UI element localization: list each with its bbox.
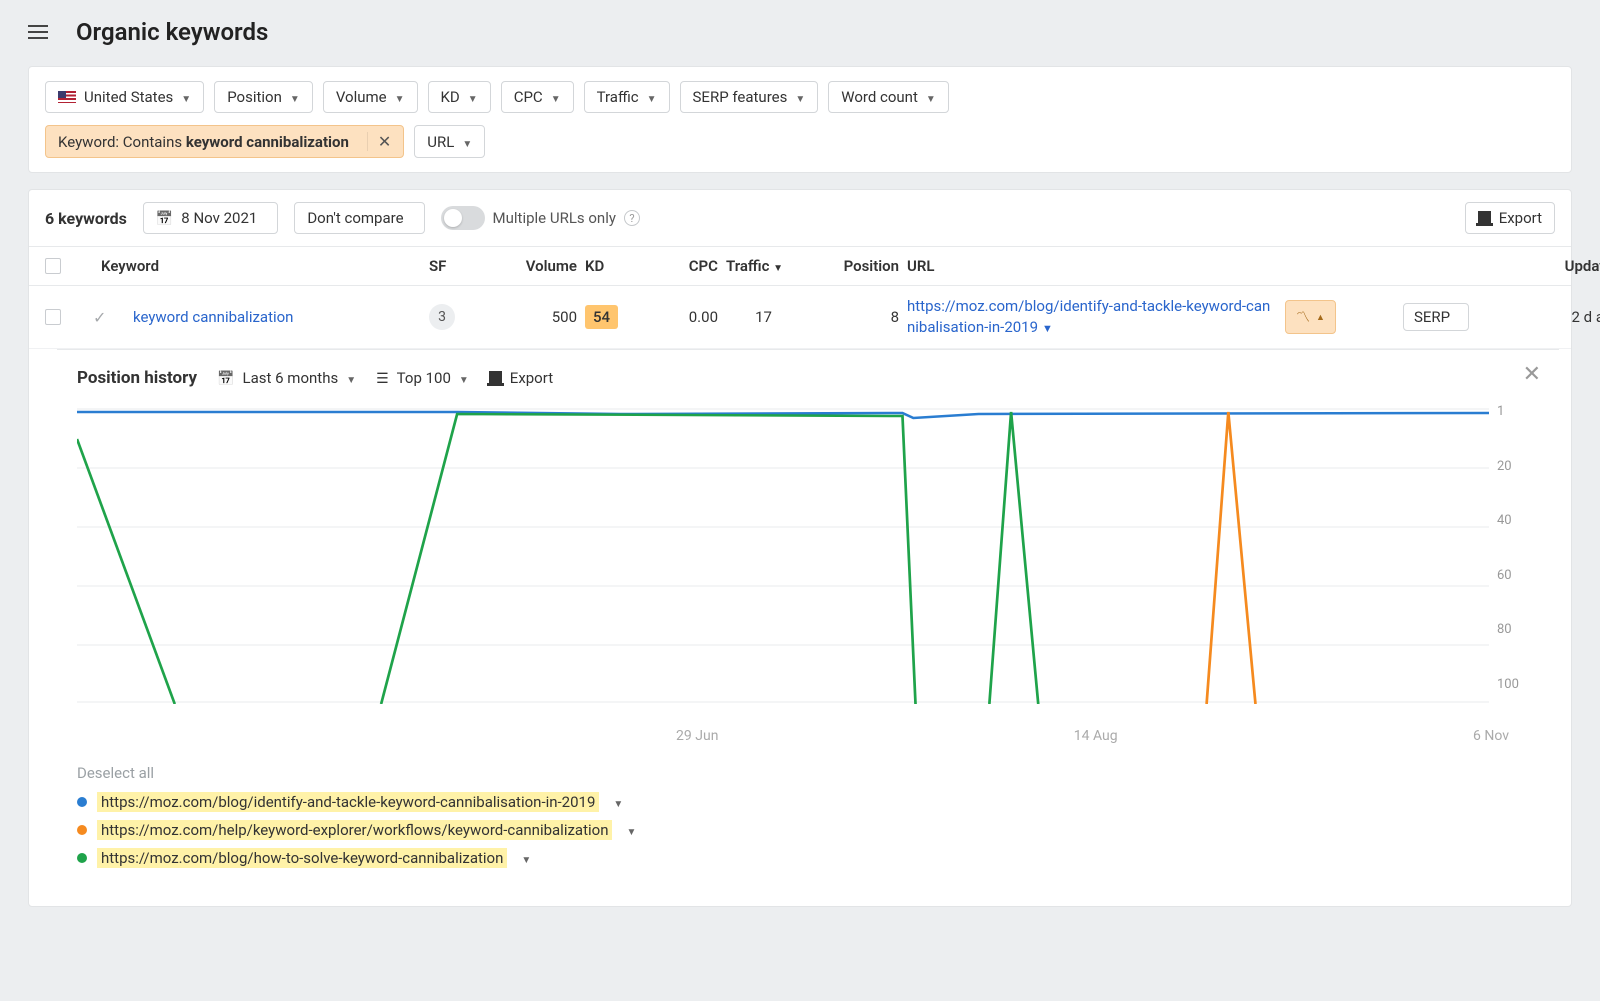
col-updated[interactable]: Updated bbox=[1501, 257, 1600, 275]
col-traffic[interactable]: Traffic ▼ bbox=[726, 257, 801, 275]
cell-traffic: 17 bbox=[726, 308, 801, 326]
legend-item[interactable]: https://moz.com/blog/identify-and-tackle… bbox=[77, 792, 1539, 812]
active-keyword-filter[interactable]: Keyword: Contains keyword cannibalizatio… bbox=[45, 125, 404, 158]
export-button[interactable]: Export bbox=[1465, 202, 1555, 234]
date-range-dropdown[interactable]: Last 6 months bbox=[217, 369, 356, 387]
flag-icon bbox=[58, 91, 76, 103]
col-cpc[interactable]: CPC bbox=[648, 257, 718, 275]
close-icon[interactable]: ✕ bbox=[1523, 362, 1541, 387]
line-chart-icon: 〽 bbox=[1296, 307, 1310, 327]
sf-badge[interactable]: 3 bbox=[429, 304, 455, 330]
chevron-down-icon bbox=[468, 88, 478, 106]
select-all-checkbox[interactable] bbox=[45, 258, 61, 274]
y-axis-ticks: 1 20 40 60 80 100 bbox=[1489, 404, 1539, 704]
results-toolbar: 6 keywords 8 Nov 2021 Don't compare Mult… bbox=[29, 190, 1571, 247]
close-icon[interactable]: ✕ bbox=[367, 132, 391, 151]
row-checkbox[interactable] bbox=[45, 309, 61, 325]
cell-updated: 2 d ago bbox=[1501, 308, 1600, 326]
legend-dot-icon bbox=[77, 853, 87, 863]
legend-item[interactable]: https://moz.com/blog/how-to-solve-keywor… bbox=[77, 848, 1539, 868]
legend-url[interactable]: https://moz.com/blog/identify-and-tackle… bbox=[97, 792, 599, 812]
multiple-urls-toggle[interactable] bbox=[441, 206, 485, 230]
cell-volume: 500 bbox=[497, 308, 577, 326]
position-history-chart: 1 20 40 60 80 100 bbox=[77, 404, 1539, 724]
multiple-urls-label: Multiple URLs only bbox=[493, 209, 616, 227]
help-icon[interactable]: ? bbox=[624, 210, 640, 226]
chevron-down-icon bbox=[462, 133, 472, 151]
chevron-up-icon: ▲ bbox=[1316, 312, 1325, 323]
col-kd[interactable]: KD bbox=[585, 257, 640, 275]
keyword-link[interactable]: keyword cannibalization bbox=[133, 308, 421, 326]
position-history-title: Position history bbox=[77, 368, 197, 388]
filter-country-label: United States bbox=[84, 88, 173, 106]
chevron-down-icon bbox=[459, 369, 469, 387]
legend-url[interactable]: https://moz.com/help/keyword-explorer/wo… bbox=[97, 820, 612, 840]
position-history-button[interactable]: 〽 ▲ bbox=[1285, 300, 1336, 334]
history-export-button[interactable]: Export bbox=[489, 369, 553, 387]
chevron-down-icon bbox=[395, 88, 405, 106]
chevron-down-icon bbox=[181, 88, 191, 106]
cell-cpc: 0.00 bbox=[648, 308, 718, 326]
chevron-down-icon bbox=[346, 369, 356, 387]
chevron-down-icon bbox=[622, 821, 636, 839]
position-history-panel: ✕ Position history Last 6 months Top 100… bbox=[57, 349, 1559, 906]
col-volume[interactable]: Volume bbox=[497, 257, 577, 275]
col-position[interactable]: Position bbox=[809, 257, 899, 275]
filter-kd[interactable]: KD bbox=[428, 81, 491, 113]
filter-position[interactable]: Position bbox=[214, 81, 313, 113]
calendar-icon bbox=[217, 369, 234, 387]
serp-button[interactable]: SERP bbox=[1403, 303, 1469, 331]
keyword-count: 6 keywords bbox=[45, 209, 127, 228]
filter-word-count[interactable]: Word count bbox=[828, 81, 949, 113]
col-sf[interactable]: SF bbox=[429, 257, 489, 275]
col-keyword[interactable]: Keyword bbox=[101, 257, 421, 275]
legend-url[interactable]: https://moz.com/blog/how-to-solve-keywor… bbox=[97, 848, 507, 868]
download-icon bbox=[489, 371, 502, 385]
chevron-down-icon bbox=[647, 88, 657, 106]
page-title: Organic keywords bbox=[76, 18, 268, 46]
x-axis-ticks: . 29 Jun 14 Aug 6 Nov bbox=[77, 724, 1539, 744]
table-header: Keyword SF Volume KD CPC Traffic ▼ Posit… bbox=[29, 247, 1571, 286]
date-picker[interactable]: 8 Nov 2021 bbox=[143, 202, 278, 234]
menu-icon[interactable] bbox=[28, 25, 48, 39]
chevron-down-icon bbox=[795, 88, 805, 106]
filter-country[interactable]: United States bbox=[45, 81, 204, 113]
chevron-down-icon bbox=[551, 88, 561, 106]
compare-dropdown[interactable]: Don't compare bbox=[294, 202, 424, 234]
results-panel: 6 keywords 8 Nov 2021 Don't compare Mult… bbox=[28, 189, 1572, 907]
filter-traffic[interactable]: Traffic bbox=[584, 81, 670, 113]
kd-badge: 54 bbox=[585, 305, 618, 329]
col-url[interactable]: URL bbox=[907, 257, 1277, 275]
chevron-down-icon bbox=[517, 849, 531, 867]
filter-serp-features[interactable]: SERP features bbox=[680, 81, 819, 113]
chevron-down-icon bbox=[926, 88, 936, 106]
deselect-all-link[interactable]: Deselect all bbox=[77, 764, 1539, 782]
check-icon: ✓ bbox=[93, 308, 133, 327]
filters-panel: United States Position Volume KD CPC Tra… bbox=[28, 66, 1572, 173]
download-icon bbox=[1478, 211, 1491, 225]
calendar-icon bbox=[156, 209, 173, 227]
cell-position: 8 bbox=[809, 308, 899, 326]
list-icon bbox=[376, 369, 389, 387]
legend-item[interactable]: https://moz.com/help/keyword-explorer/wo… bbox=[77, 820, 1539, 840]
legend-dot-icon bbox=[77, 797, 87, 807]
chevron-down-icon: ▼ bbox=[1042, 322, 1053, 335]
chart-legend: Deselect all https://moz.com/blog/identi… bbox=[77, 764, 1539, 868]
filter-cpc[interactable]: CPC bbox=[501, 81, 574, 113]
table-row: ✓ keyword cannibalization 3 500 54 0.00 … bbox=[29, 286, 1571, 349]
chevron-down-icon bbox=[609, 793, 623, 811]
filter-volume[interactable]: Volume bbox=[323, 81, 418, 113]
top-n-dropdown[interactable]: Top 100 bbox=[376, 369, 469, 387]
legend-dot-icon bbox=[77, 825, 87, 835]
url-link[interactable]: https://moz.com/blog/identify-and-tackle… bbox=[907, 296, 1277, 338]
filter-url[interactable]: URL bbox=[414, 125, 485, 158]
chevron-down-icon bbox=[290, 88, 300, 106]
